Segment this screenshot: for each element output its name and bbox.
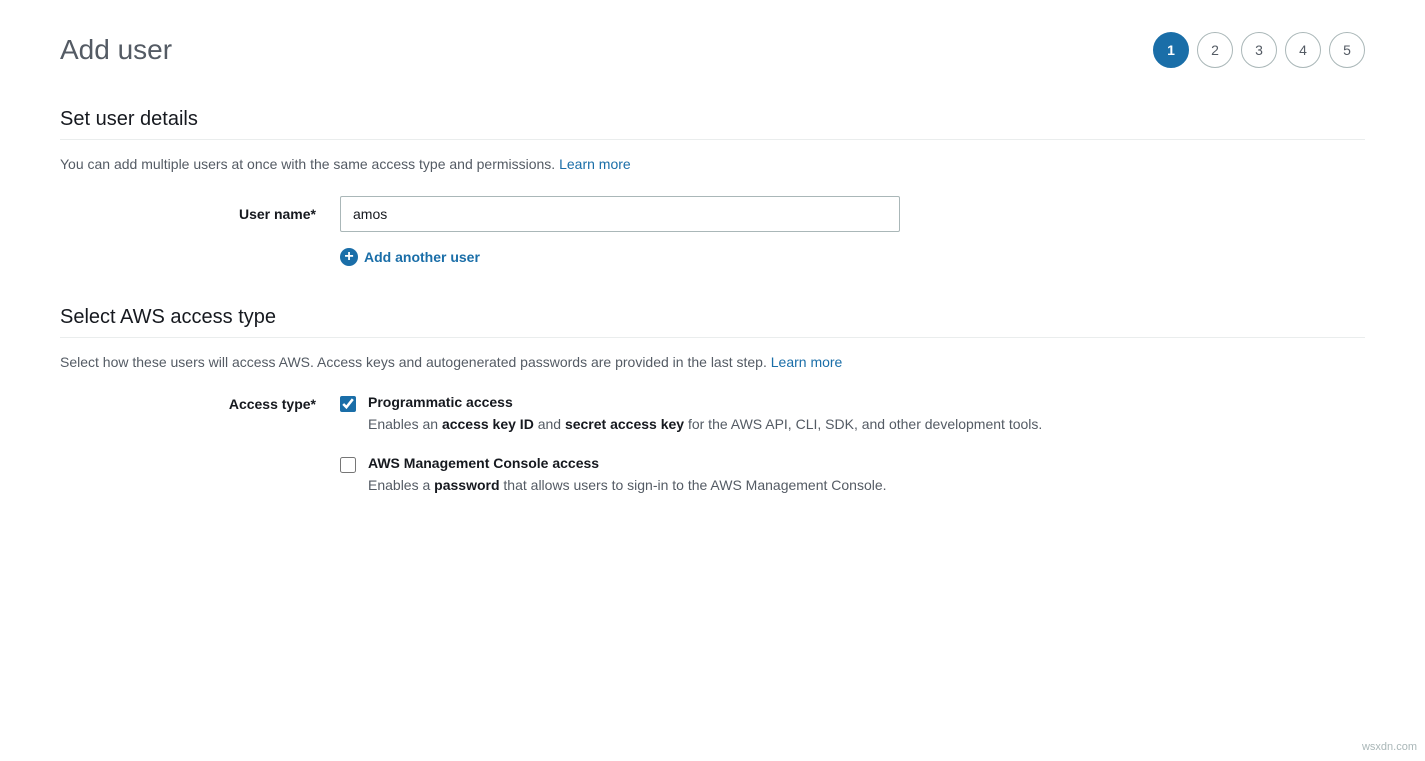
user-name-row: User name* bbox=[60, 196, 1365, 232]
step-1[interactable]: 1 bbox=[1153, 32, 1189, 68]
access-type-label: Access type* bbox=[60, 394, 340, 412]
console-access-title: AWS Management Console access bbox=[368, 455, 1365, 471]
console-access-option: AWS Management Console access Enables a … bbox=[340, 455, 1365, 496]
add-another-user-link[interactable]: + Add another user bbox=[340, 248, 480, 266]
select-access-type-learn-more-link[interactable]: Learn more bbox=[771, 354, 843, 370]
user-name-input[interactable] bbox=[340, 196, 900, 232]
access-type-row: Access type* Programmatic access Enables… bbox=[60, 394, 1365, 516]
programmatic-access-checkbox[interactable] bbox=[340, 396, 356, 412]
step-2[interactable]: 2 bbox=[1197, 32, 1233, 68]
set-user-details-section: Set user details You can add multiple us… bbox=[60, 108, 1365, 266]
step-3[interactable]: 3 bbox=[1241, 32, 1277, 68]
page-header: Add user 1 2 3 4 5 bbox=[60, 32, 1365, 68]
programmatic-access-description: Enables an access key ID and secret acce… bbox=[368, 414, 1365, 435]
set-user-details-description: You can add multiple users at once with … bbox=[60, 156, 1365, 172]
section-divider-2 bbox=[60, 337, 1365, 338]
console-access-content: AWS Management Console access Enables a … bbox=[368, 455, 1365, 496]
watermark: wsxdn.com bbox=[1362, 741, 1417, 753]
set-user-details-learn-more-link[interactable]: Learn more bbox=[559, 156, 631, 172]
step-5[interactable]: 5 bbox=[1329, 32, 1365, 68]
programmatic-access-option: Programmatic access Enables an access ke… bbox=[340, 394, 1365, 435]
plus-circle-icon: + bbox=[340, 248, 358, 266]
console-access-description: Enables a password that allows users to … bbox=[368, 475, 1365, 496]
step-indicator: 1 2 3 4 5 bbox=[1153, 32, 1365, 68]
page-title: Add user bbox=[60, 34, 172, 66]
section-divider-1 bbox=[60, 139, 1365, 140]
add-another-user-row: + Add another user bbox=[340, 248, 1365, 266]
select-access-type-title: Select AWS access type bbox=[60, 306, 1365, 329]
programmatic-access-content: Programmatic access Enables an access ke… bbox=[368, 394, 1365, 435]
user-name-label: User name* bbox=[60, 206, 340, 222]
access-options: Programmatic access Enables an access ke… bbox=[340, 394, 1365, 516]
step-4[interactable]: 4 bbox=[1285, 32, 1321, 68]
console-access-checkbox[interactable] bbox=[340, 457, 356, 473]
set-user-details-title: Set user details bbox=[60, 108, 1365, 131]
select-access-type-description: Select how these users will access AWS. … bbox=[60, 354, 1365, 370]
select-access-type-section: Select AWS access type Select how these … bbox=[60, 306, 1365, 516]
programmatic-access-title: Programmatic access bbox=[368, 394, 1365, 410]
